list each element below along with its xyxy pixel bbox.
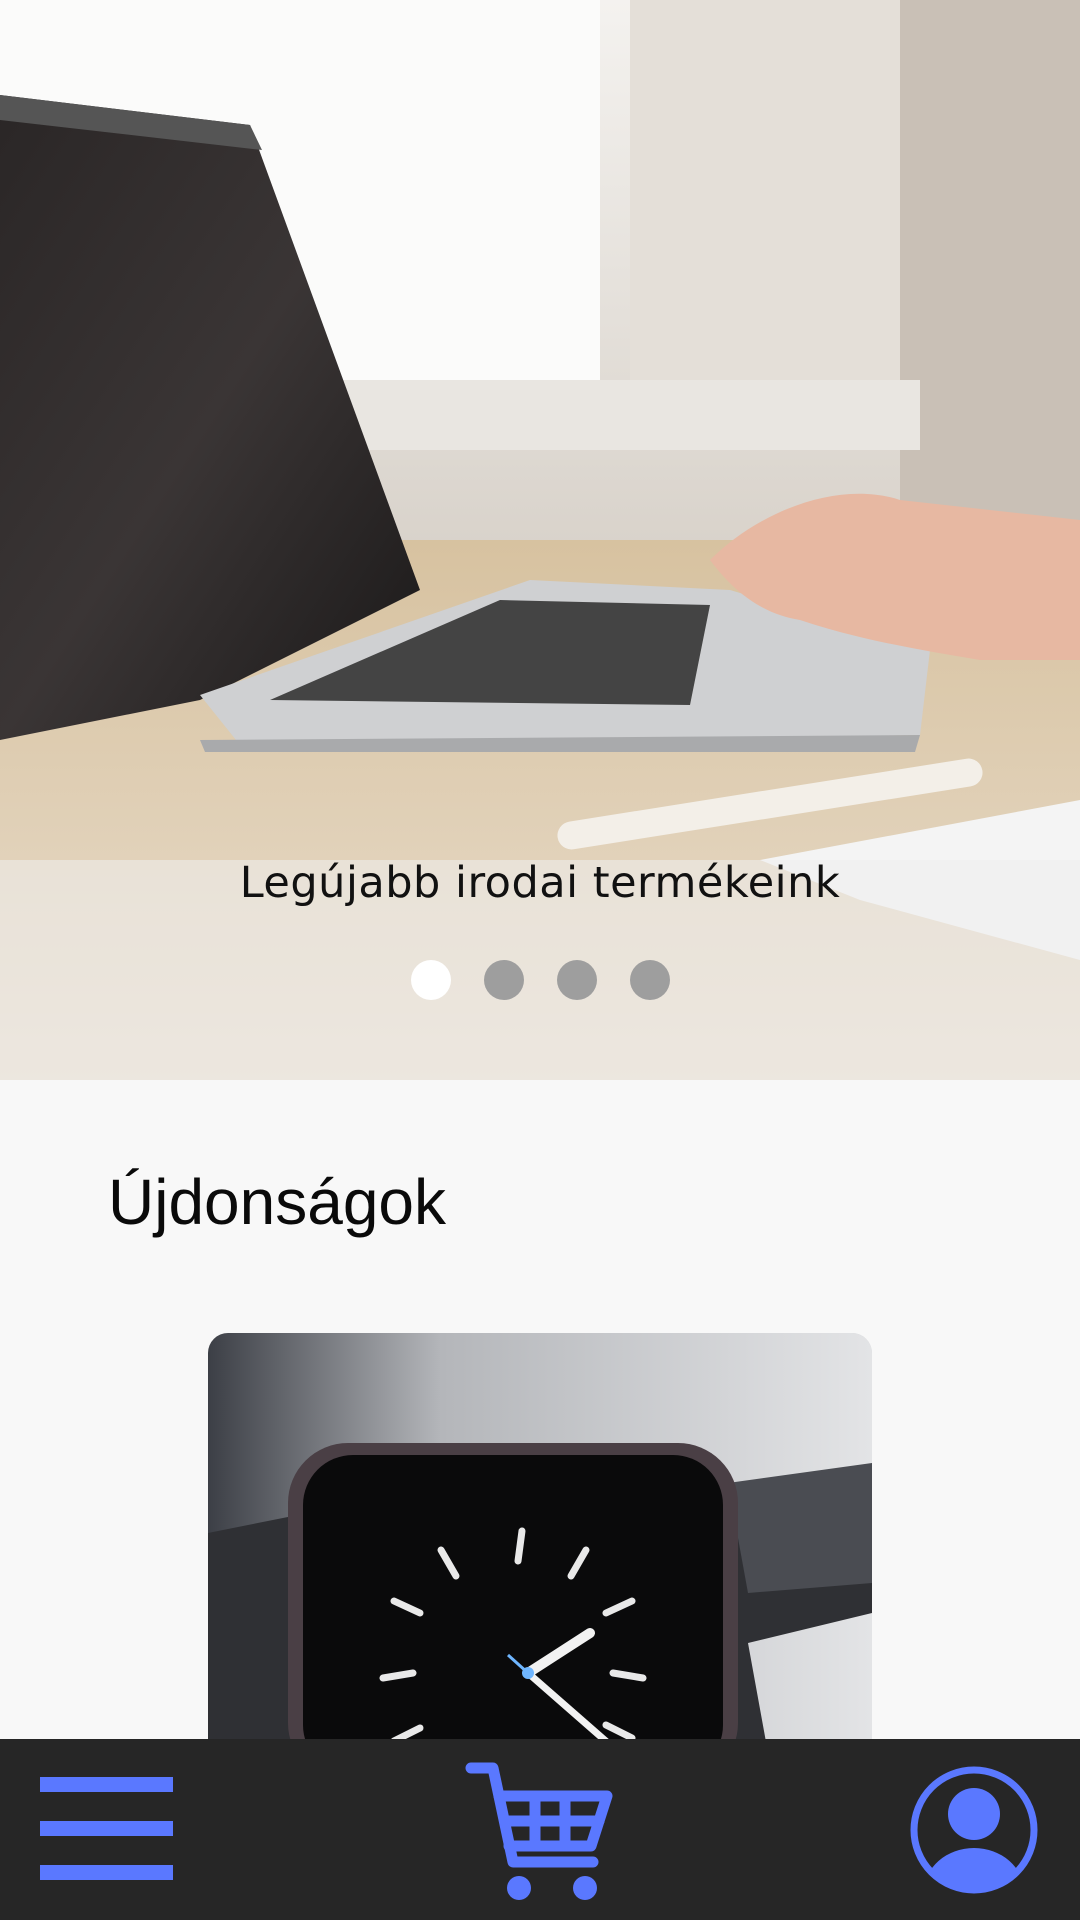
hero-caption: Legújabb irodai termékeink bbox=[239, 858, 841, 908]
section-title-new-arrivals: Újdonságok bbox=[108, 1166, 446, 1238]
carousel-dot-4[interactable] bbox=[629, 960, 670, 1000]
hero-laptop-image bbox=[0, 0, 1080, 1080]
cart-button[interactable] bbox=[465, 1758, 615, 1903]
carousel-dot-3[interactable] bbox=[556, 960, 597, 1000]
shopping-cart-icon bbox=[465, 1762, 613, 1900]
bottom-navigation-bar bbox=[0, 1739, 1080, 1920]
user-profile-icon bbox=[910, 1766, 1038, 1894]
menu-button[interactable] bbox=[40, 1777, 175, 1882]
profile-button[interactable] bbox=[908, 1764, 1040, 1896]
product-watch-image bbox=[208, 1333, 872, 1753]
product-card[interactable] bbox=[208, 1333, 872, 1753]
hero-carousel[interactable]: Legújabb irodai termékeink bbox=[0, 0, 1080, 1080]
carousel-indicators bbox=[0, 960, 1080, 1000]
carousel-dot-2[interactable] bbox=[483, 960, 524, 1000]
carousel-dot-1[interactable] bbox=[410, 960, 451, 1000]
